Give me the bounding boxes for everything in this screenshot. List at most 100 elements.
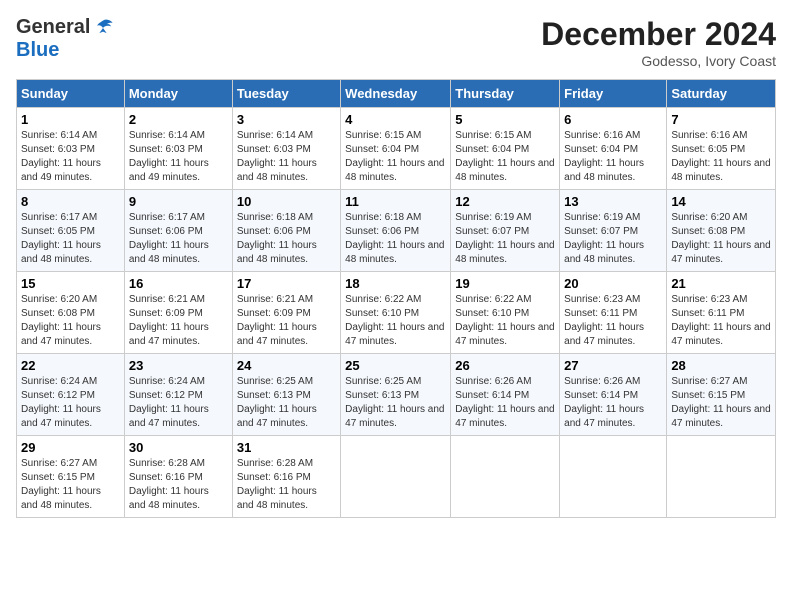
header-friday: Friday bbox=[560, 80, 667, 108]
header-monday: Monday bbox=[124, 80, 232, 108]
table-cell: 9 Sunrise: 6:17 AMSunset: 6:06 PMDayligh… bbox=[124, 190, 232, 272]
table-cell: 1 Sunrise: 6:14 AMSunset: 6:03 PMDayligh… bbox=[17, 108, 125, 190]
table-cell: 31 Sunrise: 6:28 AMSunset: 6:16 PMDaylig… bbox=[232, 436, 340, 518]
calendar-week-5: 29 Sunrise: 6:27 AMSunset: 6:15 PMDaylig… bbox=[17, 436, 776, 518]
table-cell: 17 Sunrise: 6:21 AMSunset: 6:09 PMDaylig… bbox=[232, 272, 340, 354]
day-info: Sunrise: 6:23 AMSunset: 6:11 PMDaylight:… bbox=[564, 294, 644, 347]
table-cell: 13 Sunrise: 6:19 AMSunset: 6:07 PMDaylig… bbox=[560, 190, 667, 272]
day-info: Sunrise: 6:27 AMSunset: 6:15 PMDaylight:… bbox=[21, 458, 101, 511]
table-cell: 19 Sunrise: 6:22 AMSunset: 6:10 PMDaylig… bbox=[451, 272, 560, 354]
day-info: Sunrise: 6:17 AMSunset: 6:06 PMDaylight:… bbox=[129, 212, 209, 265]
table-cell: 28 Sunrise: 6:27 AMSunset: 6:15 PMDaylig… bbox=[667, 354, 776, 436]
day-info: Sunrise: 6:16 AMSunset: 6:04 PMDaylight:… bbox=[564, 130, 644, 183]
calendar-week-3: 15 Sunrise: 6:20 AMSunset: 6:08 PMDaylig… bbox=[17, 272, 776, 354]
table-cell: 11 Sunrise: 6:18 AMSunset: 6:06 PMDaylig… bbox=[341, 190, 451, 272]
table-cell bbox=[341, 436, 451, 518]
logo-bird-icon bbox=[92, 17, 114, 39]
day-number: 18 bbox=[345, 276, 446, 291]
day-info: Sunrise: 6:21 AMSunset: 6:09 PMDaylight:… bbox=[237, 294, 317, 347]
table-cell: 4 Sunrise: 6:15 AMSunset: 6:04 PMDayligh… bbox=[341, 108, 451, 190]
title-block: December 2024 Godesso, Ivory Coast bbox=[541, 16, 776, 69]
table-cell: 16 Sunrise: 6:21 AMSunset: 6:09 PMDaylig… bbox=[124, 272, 232, 354]
day-number: 31 bbox=[237, 440, 336, 455]
table-cell: 18 Sunrise: 6:22 AMSunset: 6:10 PMDaylig… bbox=[341, 272, 451, 354]
table-cell: 12 Sunrise: 6:19 AMSunset: 6:07 PMDaylig… bbox=[451, 190, 560, 272]
day-info: Sunrise: 6:14 AMSunset: 6:03 PMDaylight:… bbox=[129, 130, 209, 183]
logo: General Blue bbox=[16, 16, 114, 62]
header-wednesday: Wednesday bbox=[341, 80, 451, 108]
table-cell: 26 Sunrise: 6:26 AMSunset: 6:14 PMDaylig… bbox=[451, 354, 560, 436]
logo-blue-text: Blue bbox=[16, 39, 59, 62]
location-subtitle: Godesso, Ivory Coast bbox=[541, 53, 776, 69]
day-number: 9 bbox=[129, 194, 228, 209]
day-info: Sunrise: 6:15 AMSunset: 6:04 PMDaylight:… bbox=[345, 130, 444, 183]
day-info: Sunrise: 6:22 AMSunset: 6:10 PMDaylight:… bbox=[455, 294, 554, 347]
table-cell bbox=[451, 436, 560, 518]
day-number: 12 bbox=[455, 194, 555, 209]
day-info: Sunrise: 6:14 AMSunset: 6:03 PMDaylight:… bbox=[21, 130, 101, 183]
table-cell: 10 Sunrise: 6:18 AMSunset: 6:06 PMDaylig… bbox=[232, 190, 340, 272]
calendar-week-2: 8 Sunrise: 6:17 AMSunset: 6:05 PMDayligh… bbox=[17, 190, 776, 272]
month-year-title: December 2024 bbox=[541, 16, 776, 53]
day-number: 6 bbox=[564, 112, 662, 127]
day-info: Sunrise: 6:14 AMSunset: 6:03 PMDaylight:… bbox=[237, 130, 317, 183]
day-info: Sunrise: 6:26 AMSunset: 6:14 PMDaylight:… bbox=[455, 376, 554, 429]
day-number: 19 bbox=[455, 276, 555, 291]
day-info: Sunrise: 6:26 AMSunset: 6:14 PMDaylight:… bbox=[564, 376, 644, 429]
table-cell: 3 Sunrise: 6:14 AMSunset: 6:03 PMDayligh… bbox=[232, 108, 340, 190]
day-number: 14 bbox=[671, 194, 771, 209]
day-info: Sunrise: 6:20 AMSunset: 6:08 PMDaylight:… bbox=[21, 294, 101, 347]
day-info: Sunrise: 6:24 AMSunset: 6:12 PMDaylight:… bbox=[21, 376, 101, 429]
table-cell: 27 Sunrise: 6:26 AMSunset: 6:14 PMDaylig… bbox=[560, 354, 667, 436]
table-cell: 15 Sunrise: 6:20 AMSunset: 6:08 PMDaylig… bbox=[17, 272, 125, 354]
table-cell: 14 Sunrise: 6:20 AMSunset: 6:08 PMDaylig… bbox=[667, 190, 776, 272]
day-number: 17 bbox=[237, 276, 336, 291]
day-number: 1 bbox=[21, 112, 120, 127]
day-number: 10 bbox=[237, 194, 336, 209]
day-number: 24 bbox=[237, 358, 336, 373]
day-number: 25 bbox=[345, 358, 446, 373]
day-number: 11 bbox=[345, 194, 446, 209]
calendar-week-1: 1 Sunrise: 6:14 AMSunset: 6:03 PMDayligh… bbox=[17, 108, 776, 190]
table-cell: 21 Sunrise: 6:23 AMSunset: 6:11 PMDaylig… bbox=[667, 272, 776, 354]
day-info: Sunrise: 6:18 AMSunset: 6:06 PMDaylight:… bbox=[237, 212, 317, 265]
calendar-header-row: Sunday Monday Tuesday Wednesday Thursday… bbox=[17, 80, 776, 108]
day-info: Sunrise: 6:23 AMSunset: 6:11 PMDaylight:… bbox=[671, 294, 770, 347]
table-cell: 6 Sunrise: 6:16 AMSunset: 6:04 PMDayligh… bbox=[560, 108, 667, 190]
table-cell: 22 Sunrise: 6:24 AMSunset: 6:12 PMDaylig… bbox=[17, 354, 125, 436]
table-cell: 23 Sunrise: 6:24 AMSunset: 6:12 PMDaylig… bbox=[124, 354, 232, 436]
table-cell: 2 Sunrise: 6:14 AMSunset: 6:03 PMDayligh… bbox=[124, 108, 232, 190]
table-cell: 29 Sunrise: 6:27 AMSunset: 6:15 PMDaylig… bbox=[17, 436, 125, 518]
day-number: 26 bbox=[455, 358, 555, 373]
day-info: Sunrise: 6:19 AMSunset: 6:07 PMDaylight:… bbox=[455, 212, 554, 265]
header-tuesday: Tuesday bbox=[232, 80, 340, 108]
day-number: 13 bbox=[564, 194, 662, 209]
logo-general-text: General bbox=[16, 16, 90, 39]
day-number: 3 bbox=[237, 112, 336, 127]
calendar-week-4: 22 Sunrise: 6:24 AMSunset: 6:12 PMDaylig… bbox=[17, 354, 776, 436]
day-number: 21 bbox=[671, 276, 771, 291]
table-cell: 7 Sunrise: 6:16 AMSunset: 6:05 PMDayligh… bbox=[667, 108, 776, 190]
day-number: 23 bbox=[129, 358, 228, 373]
day-info: Sunrise: 6:25 AMSunset: 6:13 PMDaylight:… bbox=[237, 376, 317, 429]
table-cell: 25 Sunrise: 6:25 AMSunset: 6:13 PMDaylig… bbox=[341, 354, 451, 436]
day-number: 7 bbox=[671, 112, 771, 127]
day-number: 20 bbox=[564, 276, 662, 291]
day-number: 27 bbox=[564, 358, 662, 373]
day-info: Sunrise: 6:19 AMSunset: 6:07 PMDaylight:… bbox=[564, 212, 644, 265]
table-cell: 8 Sunrise: 6:17 AMSunset: 6:05 PMDayligh… bbox=[17, 190, 125, 272]
day-number: 2 bbox=[129, 112, 228, 127]
day-info: Sunrise: 6:16 AMSunset: 6:05 PMDaylight:… bbox=[671, 130, 770, 183]
day-info: Sunrise: 6:27 AMSunset: 6:15 PMDaylight:… bbox=[671, 376, 770, 429]
day-number: 4 bbox=[345, 112, 446, 127]
day-number: 5 bbox=[455, 112, 555, 127]
header-thursday: Thursday bbox=[451, 80, 560, 108]
table-cell: 20 Sunrise: 6:23 AMSunset: 6:11 PMDaylig… bbox=[560, 272, 667, 354]
day-info: Sunrise: 6:18 AMSunset: 6:06 PMDaylight:… bbox=[345, 212, 444, 265]
day-number: 28 bbox=[671, 358, 771, 373]
day-info: Sunrise: 6:25 AMSunset: 6:13 PMDaylight:… bbox=[345, 376, 444, 429]
table-cell bbox=[560, 436, 667, 518]
header-saturday: Saturday bbox=[667, 80, 776, 108]
day-number: 30 bbox=[129, 440, 228, 455]
day-info: Sunrise: 6:17 AMSunset: 6:05 PMDaylight:… bbox=[21, 212, 101, 265]
